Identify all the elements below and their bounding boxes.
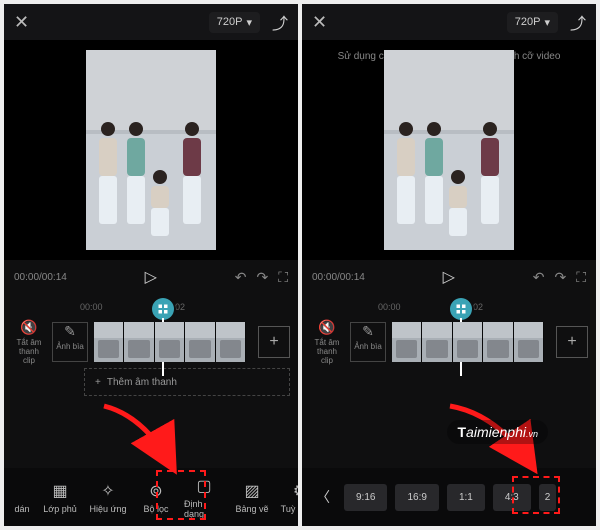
add-clip-button[interactable]: + <box>258 326 290 358</box>
chevron-down-icon: ▾ <box>544 16 550 29</box>
toolbar-partial[interactable]: dán <box>8 477 36 518</box>
mute-button[interactable]: 🔇Tắt âm thanh clip <box>310 319 344 365</box>
undo-icon[interactable]: ↶ <box>533 269 545 286</box>
play-button[interactable]: ▷ <box>443 267 455 287</box>
screen-left: ✕ 720P▾ ⤴ 00:00/00:14 ▷ ↶ ↷ ⛶ 00: <box>4 4 298 526</box>
video-frame[interactable] <box>86 50 216 250</box>
toolbar-filter[interactable]: ⊚Bộ lọc <box>132 477 180 518</box>
export-icon[interactable]: ⤴ <box>570 10 586 34</box>
time-display: 00:00/00:14 <box>14 272 67 283</box>
ruler: 00:0000:02 <box>4 300 298 314</box>
adjust-icon: ⚙ <box>293 481 298 501</box>
playhead[interactable] <box>450 298 472 320</box>
redo-icon[interactable]: ↷ <box>256 269 268 286</box>
preview-area <box>4 40 298 260</box>
toolbar-effects[interactable]: ✧Hiệu ứng <box>84 477 132 518</box>
play-button[interactable]: ▷ <box>145 267 157 287</box>
filter-icon: ⊚ <box>149 481 162 501</box>
cover-button[interactable]: ✎Ảnh bìa <box>350 322 386 362</box>
video-frame[interactable] <box>384 50 514 250</box>
ratio-9-16[interactable]: 9:16 <box>344 484 387 511</box>
clip-thumbnails[interactable] <box>94 322 246 362</box>
add-audio-button[interactable]: +Thêm âm thanh <box>84 368 290 396</box>
ratio-more[interactable]: 2 <box>539 484 557 511</box>
resolution-button[interactable]: 720P▾ <box>209 12 260 33</box>
timeline[interactable]: 00:0000:02 🔇Tắt âm thanh clip ✎Ảnh bìa +… <box>4 294 298 384</box>
mute-button[interactable]: 🔇Tắt âm thanh clip <box>12 319 46 365</box>
top-bar: ✕ 720P▾ ⤴ <box>302 4 596 40</box>
chevron-down-icon: ▾ <box>246 16 252 29</box>
toolbar-overlay[interactable]: ▦Lớp phủ <box>36 477 84 518</box>
toolbar-adjust[interactable]: ⚙Tuỳ chỉnh <box>276 477 298 518</box>
clip-thumbnails[interactable] <box>392 322 544 362</box>
undo-icon[interactable]: ↶ <box>235 269 247 286</box>
ruler: 00:0000:02 <box>302 300 596 314</box>
overlay-icon: ▦ <box>52 481 67 501</box>
close-icon[interactable]: ✕ <box>312 12 327 33</box>
watermark: Taimienphi.vn <box>447 420 548 444</box>
time-display: 00:00/00:14 <box>312 272 365 283</box>
ratio-4-3[interactable]: 4:3 <box>493 484 531 511</box>
fullscreen-icon[interactable]: ⛶ <box>278 269 288 286</box>
canvas-icon: ▨ <box>244 481 259 501</box>
timeline[interactable]: 00:0000:02 🔇Tắt âm thanh clip ✎Ảnh bìa + <box>302 294 596 384</box>
cover-button[interactable]: ✎Ảnh bìa <box>52 322 88 362</box>
ratio-toolbar: 〈 9:16 16:9 1:1 4:3 2 <box>302 468 596 526</box>
close-icon[interactable]: ✕ <box>14 12 29 33</box>
preview-area: Sử dụng cả hai ngón tay để thay đổi kích… <box>302 40 596 260</box>
ratio-1-1[interactable]: 1:1 <box>447 484 485 511</box>
top-bar: ✕ 720P▾ ⤴ <box>4 4 298 40</box>
export-icon[interactable]: ⤴ <box>272 10 288 34</box>
playback-controls: 00:00/00:14 ▷ ↶ ↷ ⛶ <box>4 260 298 294</box>
add-clip-button[interactable]: + <box>556 326 588 358</box>
back-button[interactable]: 〈 <box>310 487 336 507</box>
playhead[interactable] <box>152 298 174 320</box>
fullscreen-icon[interactable]: ⛶ <box>576 269 586 286</box>
format-icon: ▢ <box>196 476 211 496</box>
redo-icon[interactable]: ↷ <box>554 269 566 286</box>
toolbar-format[interactable]: ▢Định dạng <box>180 472 228 523</box>
toolbar-canvas[interactable]: ▨Bảng vẽ <box>228 477 276 518</box>
bottom-toolbar: dán ▦Lớp phủ ✧Hiệu ứng ⊚Bộ lọc ▢Định dạn… <box>4 468 298 526</box>
effects-icon: ✧ <box>101 481 114 501</box>
resolution-button[interactable]: 720P▾ <box>507 12 558 33</box>
screen-right: ✕ 720P▾ ⤴ Sử dụng cả hai ngón tay để tha… <box>302 4 596 526</box>
ratio-16-9[interactable]: 16:9 <box>395 484 438 511</box>
playback-controls: 00:00/00:14 ▷ ↶ ↷ ⛶ <box>302 260 596 294</box>
